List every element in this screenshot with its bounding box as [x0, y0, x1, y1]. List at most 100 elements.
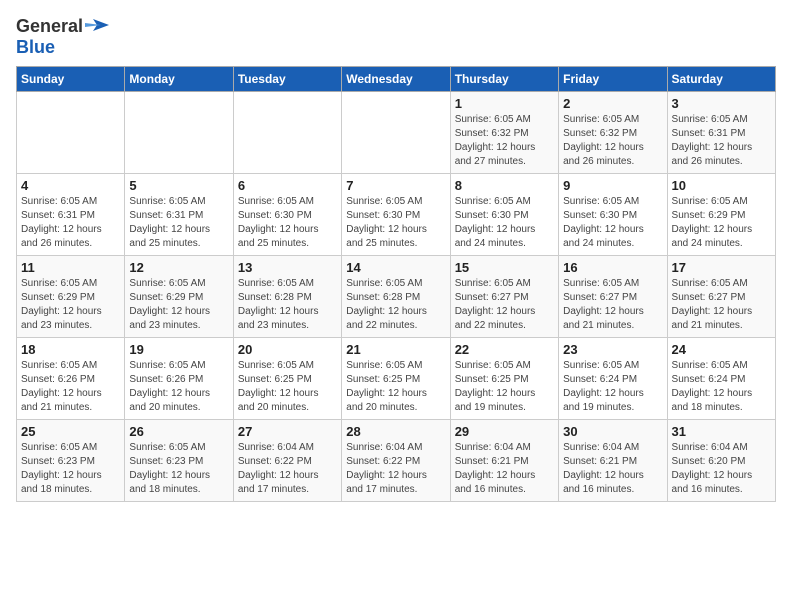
- day-info: Sunrise: 6:05 AM Sunset: 6:23 PM Dayligh…: [129, 441, 228, 497]
- day-info: Sunrise: 6:05 AM Sunset: 6:28 PM Dayligh…: [346, 277, 445, 333]
- day-info: Sunrise: 6:04 AM Sunset: 6:22 PM Dayligh…: [238, 441, 337, 497]
- calendar-cell: 16Sunrise: 6:05 AM Sunset: 6:27 PM Dayli…: [559, 256, 667, 338]
- calendar-cell: 9Sunrise: 6:05 AM Sunset: 6:30 PM Daylig…: [559, 174, 667, 256]
- day-info: Sunrise: 6:05 AM Sunset: 6:27 PM Dayligh…: [455, 277, 554, 333]
- calendar-cell: 23 Sunrise: 6:05 AM Sunset: 6:24 PM Dayli…: [559, 338, 667, 420]
- day-number: 3: [672, 96, 771, 111]
- calendar-cell: [342, 92, 450, 174]
- day-number: 5: [129, 178, 228, 193]
- logo-blue: Blue: [16, 37, 55, 58]
- logo: General Blue: [16, 16, 109, 58]
- calendar-cell: 12 Sunrise: 6:05 AM Sunset: 6:29 PM Dayli…: [125, 256, 233, 338]
- day-info: Sunrise: 6:05 AM Sunset: 6:32 PM Dayligh…: [455, 113, 554, 169]
- logo-general: General: [16, 16, 83, 37]
- calendar-table: SundayMondayTuesdayWednesdayThursdayFrid…: [16, 66, 776, 502]
- day-number: 28: [346, 424, 445, 439]
- day-number: 21: [346, 342, 445, 357]
- weekday-header: Sunday: [17, 67, 125, 92]
- day-number: 4: [21, 178, 120, 193]
- calendar-week-row: 1 Sunrise: 6:05 AM Sunset: 6:32 PM Daylig…: [17, 92, 776, 174]
- calendar-week-row: 4 Sunrise: 6:05 AM Sunset: 6:31 PM Daylig…: [17, 174, 776, 256]
- day-info: Sunrise: 6:04 AM Sunset: 6:21 PM Dayligh…: [455, 441, 554, 497]
- day-number: 25: [21, 424, 120, 439]
- day-number: 23: [563, 342, 662, 357]
- calendar-cell: 14 Sunrise: 6:05 AM Sunset: 6:28 PM Dayli…: [342, 256, 450, 338]
- day-info: Sunrise: 6:05 AM Sunset: 6:29 PM Dayligh…: [672, 195, 771, 251]
- calendar-cell: 1 Sunrise: 6:05 AM Sunset: 6:32 PM Daylig…: [450, 92, 558, 174]
- day-info: Sunrise: 6:05 AM Sunset: 6:26 PM Dayligh…: [129, 359, 228, 415]
- calendar-cell: 15 Sunrise: 6:05 AM Sunset: 6:27 PM Dayli…: [450, 256, 558, 338]
- day-info: Sunrise: 6:05 AM Sunset: 6:26 PM Dayligh…: [21, 359, 120, 415]
- weekday-header: Monday: [125, 67, 233, 92]
- day-number: 24: [672, 342, 771, 357]
- day-number: 27: [238, 424, 337, 439]
- day-info: Sunrise: 6:05 AM Sunset: 6:28 PM Dayligh…: [238, 277, 337, 333]
- calendar-cell: [17, 92, 125, 174]
- day-number: 14: [346, 260, 445, 275]
- day-info: Sunrise: 6:05 AM Sunset: 6:27 PM Dayligh…: [563, 277, 662, 333]
- day-info: Sunrise: 6:05 AM Sunset: 6:23 PM Dayligh…: [21, 441, 120, 497]
- day-number: 12: [129, 260, 228, 275]
- calendar-cell: 30 Sunrise: 6:04 AM Sunset: 6:21 PM Dayli…: [559, 420, 667, 502]
- day-number: 1: [455, 96, 554, 111]
- weekday-header: Saturday: [667, 67, 775, 92]
- day-number: 2: [563, 96, 662, 111]
- calendar-cell: 29 Sunrise: 6:04 AM Sunset: 6:21 PM Dayli…: [450, 420, 558, 502]
- weekday-header: Thursday: [450, 67, 558, 92]
- calendar-cell: 26 Sunrise: 6:05 AM Sunset: 6:23 PM Dayli…: [125, 420, 233, 502]
- day-number: 13: [238, 260, 337, 275]
- day-info: Sunrise: 6:05 AM Sunset: 6:27 PM Dayligh…: [672, 277, 771, 333]
- day-number: 22: [455, 342, 554, 357]
- day-info: Sunrise: 6:05 AM Sunset: 6:32 PM Dayligh…: [563, 113, 662, 169]
- day-info: Sunrise: 6:05 AM Sunset: 6:29 PM Dayligh…: [129, 277, 228, 333]
- calendar-week-row: 11 Sunrise: 6:05 AM Sunset: 6:29 PM Dayli…: [17, 256, 776, 338]
- day-number: 9: [563, 178, 662, 193]
- calendar-cell: 13 Sunrise: 6:05 AM Sunset: 6:28 PM Dayli…: [233, 256, 341, 338]
- day-number: 30: [563, 424, 662, 439]
- calendar-cell: 25 Sunrise: 6:05 AM Sunset: 6:23 PM Dayli…: [17, 420, 125, 502]
- day-number: 26: [129, 424, 228, 439]
- calendar-week-row: 18Sunrise: 6:05 AM Sunset: 6:26 PM Dayli…: [17, 338, 776, 420]
- day-number: 20: [238, 342, 337, 357]
- day-number: 8: [455, 178, 554, 193]
- calendar-cell: 22Sunrise: 6:05 AM Sunset: 6:25 PM Dayli…: [450, 338, 558, 420]
- day-number: 29: [455, 424, 554, 439]
- calendar-cell: 7Sunrise: 6:05 AM Sunset: 6:30 PM Daylig…: [342, 174, 450, 256]
- day-number: 17: [672, 260, 771, 275]
- weekday-header: Tuesday: [233, 67, 341, 92]
- calendar-cell: 6Sunrise: 6:05 AM Sunset: 6:30 PM Daylig…: [233, 174, 341, 256]
- day-number: 31: [672, 424, 771, 439]
- page-header: General Blue: [16, 16, 776, 58]
- calendar-cell: 24 Sunrise: 6:05 AM Sunset: 6:24 PM Dayli…: [667, 338, 775, 420]
- calendar-cell: 17 Sunrise: 6:05 AM Sunset: 6:27 PM Dayli…: [667, 256, 775, 338]
- calendar-cell: 3 Sunrise: 6:05 AM Sunset: 6:31 PM Daylig…: [667, 92, 775, 174]
- day-info: Sunrise: 6:05 AM Sunset: 6:31 PM Dayligh…: [129, 195, 228, 251]
- day-number: 15: [455, 260, 554, 275]
- calendar-cell: 8 Sunrise: 6:05 AM Sunset: 6:30 PM Daylig…: [450, 174, 558, 256]
- day-number: 6: [238, 178, 337, 193]
- weekday-header: Friday: [559, 67, 667, 92]
- calendar-cell: 21 Sunrise: 6:05 AM Sunset: 6:25 PM Dayli…: [342, 338, 450, 420]
- day-info: Sunrise: 6:04 AM Sunset: 6:22 PM Dayligh…: [346, 441, 445, 497]
- weekday-header-row: SundayMondayTuesdayWednesdayThursdayFrid…: [17, 67, 776, 92]
- calendar-cell: 27 Sunrise: 6:04 AM Sunset: 6:22 PM Dayli…: [233, 420, 341, 502]
- logo-bird-icon: [85, 17, 109, 37]
- day-info: Sunrise: 6:05 AM Sunset: 6:25 PM Dayligh…: [346, 359, 445, 415]
- day-number: 11: [21, 260, 120, 275]
- day-number: 19: [129, 342, 228, 357]
- calendar-cell: 11Sunrise: 6:05 AM Sunset: 6:29 PM Dayli…: [17, 256, 125, 338]
- day-info: Sunrise: 6:05 AM Sunset: 6:30 PM Dayligh…: [455, 195, 554, 251]
- calendar-cell: 18Sunrise: 6:05 AM Sunset: 6:26 PM Dayli…: [17, 338, 125, 420]
- weekday-header: Wednesday: [342, 67, 450, 92]
- day-info: Sunrise: 6:04 AM Sunset: 6:21 PM Dayligh…: [563, 441, 662, 497]
- calendar-cell: 10Sunrise: 6:05 AM Sunset: 6:29 PM Dayli…: [667, 174, 775, 256]
- day-info: Sunrise: 6:05 AM Sunset: 6:24 PM Dayligh…: [672, 359, 771, 415]
- day-info: Sunrise: 6:05 AM Sunset: 6:30 PM Dayligh…: [346, 195, 445, 251]
- day-info: Sunrise: 6:05 AM Sunset: 6:31 PM Dayligh…: [21, 195, 120, 251]
- day-info: Sunrise: 6:05 AM Sunset: 6:24 PM Dayligh…: [563, 359, 662, 415]
- calendar-cell: 2 Sunrise: 6:05 AM Sunset: 6:32 PM Daylig…: [559, 92, 667, 174]
- day-info: Sunrise: 6:05 AM Sunset: 6:31 PM Dayligh…: [672, 113, 771, 169]
- day-info: Sunrise: 6:05 AM Sunset: 6:25 PM Dayligh…: [238, 359, 337, 415]
- calendar-cell: 4 Sunrise: 6:05 AM Sunset: 6:31 PM Daylig…: [17, 174, 125, 256]
- calendar-cell: [233, 92, 341, 174]
